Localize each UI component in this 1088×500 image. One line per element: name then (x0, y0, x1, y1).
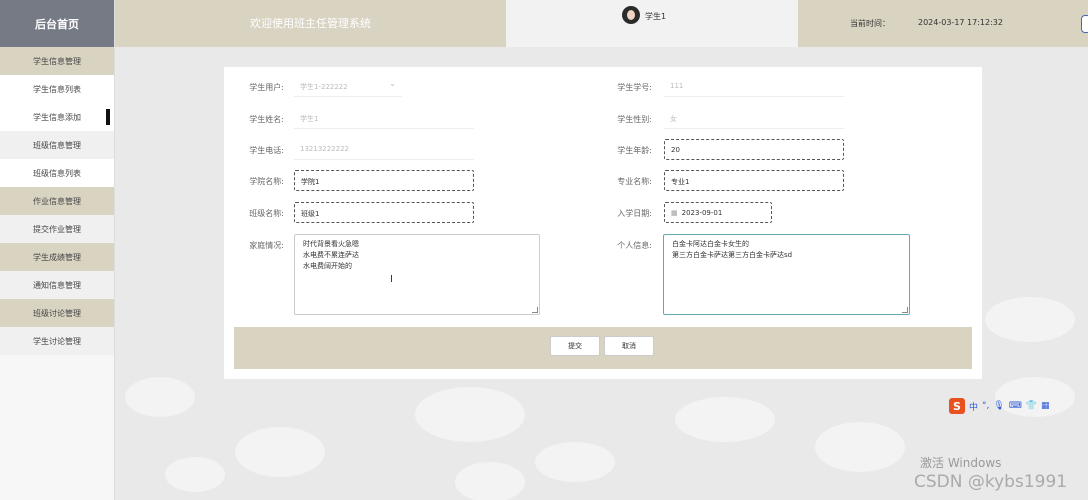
label-class-name: 班级名称: (249, 209, 284, 218)
scroll-edge-icon (1081, 15, 1088, 33)
enroll-date-picker[interactable]: ▦ 2023-09-01 (664, 202, 772, 223)
sidebar-item[interactable]: 班级信息列表 (0, 159, 114, 187)
sidebar-item-label: 班级信息管理 (33, 140, 81, 150)
student-age-input[interactable]: 20 (664, 139, 844, 160)
personal-textarea[interactable]: 白金卡阿达白金卡女生的 第三方白金卡萨达第三方白金卡萨达sd (663, 234, 910, 315)
label-student-name: 学生姓名: (249, 115, 284, 124)
sidebar-item-label: 通知信息管理 (33, 280, 81, 290)
label-enroll-date: 入学日期: (617, 209, 652, 218)
student-no-input[interactable]: 111 (664, 76, 844, 97)
calendar-icon: ▦ (671, 209, 678, 217)
label-student-user: 学生用户: (249, 83, 284, 92)
enroll-date-value: 2023-09-01 (681, 209, 723, 217)
class-name-input[interactable]: 班级1 (294, 202, 474, 223)
sidebar-item-label: 班级信息列表 (33, 168, 81, 178)
major-input[interactable]: 专业1 (664, 170, 844, 191)
sidebar-item-label: 学生成绩管理 (33, 252, 81, 262)
button-bar (234, 327, 972, 369)
sidebar-logo[interactable]: 后台首页 (0, 0, 114, 47)
label-student-no: 学生学号: (617, 83, 652, 92)
sidebar-item[interactable]: 班级信息管理 (0, 131, 114, 159)
label-personal: 个人信息: (617, 241, 652, 250)
sidebar-item-label: 提交作业管理 (33, 224, 81, 234)
skin-icon[interactable]: 👕 (1026, 401, 1037, 411)
time-label: 当前时间： (850, 19, 890, 28)
sidebar-item[interactable]: 提交作业管理 (0, 215, 114, 243)
sidebar-item-label: 作业信息管理 (33, 196, 81, 206)
label-college: 学院名称: (249, 177, 284, 186)
label-major: 专业名称: (617, 177, 652, 186)
ime-punctuation[interactable]: °, (982, 401, 989, 411)
grid-icon[interactable]: ▦ (1041, 401, 1050, 411)
sidebar-item[interactable]: 学生成绩管理 (0, 243, 114, 271)
sidebar-item-label: 学生讨论管理 (33, 336, 81, 346)
label-family: 家庭情况: (249, 241, 284, 250)
sidebar-item[interactable]: 学生信息添加 (0, 103, 114, 131)
label-student-gender: 学生性别: (617, 115, 652, 124)
sidebar-item-label: 学生信息管理 (33, 56, 81, 66)
submit-button[interactable]: 提交 (550, 336, 600, 356)
user-avatar[interactable] (622, 6, 640, 24)
label-student-age: 学生年龄: (617, 146, 652, 155)
header-user-area (506, 0, 798, 47)
sidebar-item[interactable]: 学生信息列表 (0, 75, 114, 103)
sidebar-item-label: 学生信息列表 (33, 84, 81, 94)
ime-toolbar: S 中 °, 🎙 ⌨ 👕 ▦ (949, 397, 1050, 415)
student-gender-input[interactable]: 女 (664, 108, 844, 129)
sidebar: 后台首页 学生信息管理 学生信息列表 学生信息添加 班级信息管理 班级信息列表 作业信息管… (0, 0, 115, 500)
sidebar-item[interactable]: 学生讨论管理 (0, 327, 114, 355)
sidebar-menu: 学生信息管理 学生信息列表 学生信息添加 班级信息管理 班级信息列表 作业信息管理 提交作业… (0, 47, 114, 355)
sidebar-item[interactable]: 学生信息管理 (0, 47, 114, 75)
ime-chinese-mode[interactable]: 中 (969, 400, 978, 413)
text-cursor-icon: I (390, 274, 393, 285)
username[interactable]: 学生1 (645, 11, 666, 22)
sidebar-item[interactable]: 班级讨论管理 (0, 299, 114, 327)
header-title: 欢迎使用班主任管理系统 (250, 17, 371, 30)
college-input[interactable]: 学院1 (294, 170, 474, 191)
student-user-select[interactable]: 学生1-222222 (294, 76, 402, 97)
student-phone-input[interactable]: 13213222222 (294, 139, 474, 160)
sidebar-item-label: 班级讨论管理 (33, 308, 81, 318)
label-student-phone: 学生电话: (249, 146, 284, 155)
family-textarea[interactable]: 时代背景看火急嗯 水电费不累连萨达 水电费阔开始的 (294, 234, 540, 315)
sidebar-item-label: 学生信息添加 (33, 112, 81, 122)
windows-activation-watermark: 激活 Windows (920, 456, 1002, 470)
keyboard-icon[interactable]: ⌨ (1009, 401, 1022, 411)
microphone-icon[interactable]: 🎙 (993, 401, 1004, 411)
student-name-input[interactable]: 学生1 (294, 108, 474, 129)
sidebar-item[interactable]: 通知信息管理 (0, 271, 114, 299)
sogou-ime-icon[interactable]: S (949, 398, 965, 414)
csdn-watermark: CSDN @kybs1991 (914, 472, 1068, 492)
cancel-button[interactable]: 取消 (604, 336, 654, 356)
time-value: 2024-03-17 17:12:32 (918, 18, 1003, 27)
active-indicator (106, 109, 110, 125)
sidebar-item[interactable]: 作业信息管理 (0, 187, 114, 215)
